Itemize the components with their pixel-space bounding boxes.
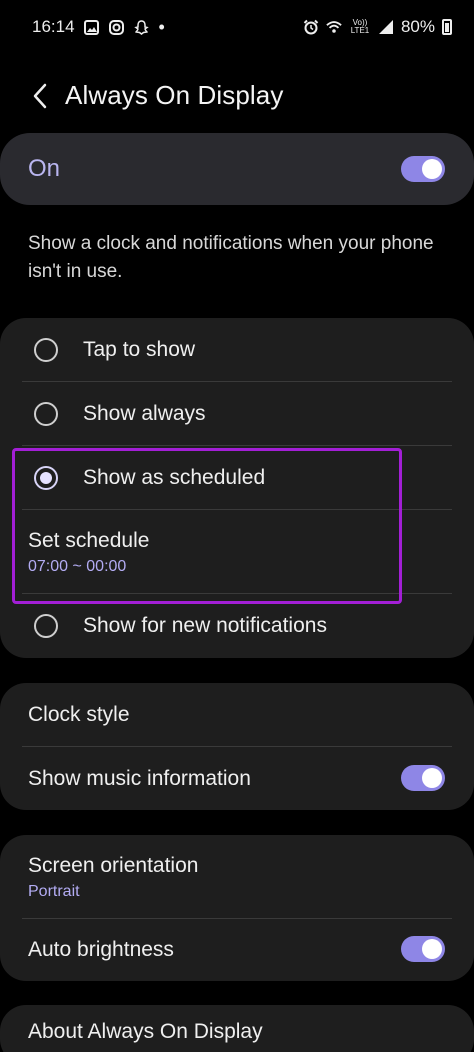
option-label: Show for new notifications [83, 614, 327, 637]
radio-tap-to-show[interactable] [34, 338, 58, 362]
set-schedule-label: Set schedule [28, 529, 150, 552]
status-time: 16:14 [32, 17, 75, 36]
auto-brightness-item[interactable]: Auto brightness [0, 919, 474, 981]
orientation-value: Portrait [28, 883, 80, 900]
toggle-knob [422, 939, 442, 959]
toggle-knob [422, 159, 442, 179]
toggle-knob [422, 768, 442, 788]
option-show-for-new-notifications[interactable]: Show for new notifications [0, 594, 474, 656]
battery-percent: 80% [400, 17, 435, 36]
option-show-always[interactable]: Show always [0, 382, 474, 444]
radio-show-for-new-notifications[interactable] [34, 614, 58, 638]
option-tap-to-show[interactable]: Tap to show [0, 318, 474, 380]
display-mode-card: Tap to show Show always Show as schedule… [0, 318, 474, 658]
schedule-value: 07:00 ~ 00:00 [28, 558, 127, 575]
option-label: Show as scheduled [83, 466, 266, 489]
radio-show-always[interactable] [34, 402, 58, 426]
page-title: Always On Display [65, 80, 284, 110]
battery-icon [442, 19, 452, 35]
option-label: Tap to show [83, 338, 196, 361]
more-notifications-dot: • [158, 16, 165, 37]
set-schedule-item[interactable]: Set schedule 07:00 ~ 00:00 [0, 510, 474, 592]
chevron-left-icon [33, 83, 47, 109]
option-show-as-scheduled[interactable]: Show as scheduled [0, 446, 474, 508]
radio-show-as-scheduled[interactable] [34, 466, 58, 490]
auto-brightness-toggle[interactable] [401, 936, 445, 962]
status-left: 16:14 • [32, 17, 165, 38]
master-switch-label: On [28, 155, 61, 182]
screen-orientation-item[interactable]: Screen orientation Portrait [0, 835, 474, 917]
option-label: Show always [83, 402, 206, 425]
auto-brightness-label: Auto brightness [28, 938, 174, 961]
status-bar: 16:14 • Vo)) LTE1 80% [0, 0, 474, 54]
master-toggle[interactable] [401, 156, 445, 182]
feature-description: Show a clock and notifications when your… [28, 233, 434, 282]
gallery-icon [84, 19, 100, 35]
snapchat-icon [134, 19, 150, 35]
signal-icon [378, 19, 394, 35]
screen-orientation-label: Screen orientation [28, 854, 199, 877]
wifi-icon [326, 19, 342, 35]
status-right: Vo)) LTE1 80% [303, 17, 452, 37]
back-button[interactable] [22, 78, 58, 114]
about-label: About Always On Display [28, 1020, 263, 1043]
app-header: Always On Display [0, 64, 474, 128]
show-music-label: Show music information [28, 767, 251, 790]
clock-style-item[interactable]: Clock style [0, 683, 474, 746]
clock-style-label: Clock style [28, 703, 130, 726]
network-label: Vo)) LTE1 [350, 18, 370, 35]
show-music-toggle[interactable] [401, 765, 445, 791]
clock-settings-card: Clock style Show music information [0, 683, 474, 810]
master-switch-card[interactable]: On [0, 133, 474, 205]
show-music-item[interactable]: Show music information [0, 747, 474, 810]
about-card[interactable]: About Always On Display [0, 1005, 474, 1052]
display-settings-card: Screen orientation Portrait Auto brightn… [0, 835, 474, 981]
alarm-icon [303, 19, 319, 35]
instagram-icon [109, 19, 125, 35]
